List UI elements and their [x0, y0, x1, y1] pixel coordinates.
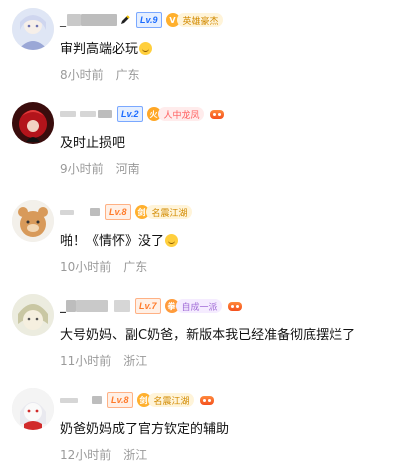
- honor-title: 名震江湖: [145, 205, 192, 219]
- blurred-name: [60, 209, 74, 215]
- avatar[interactable]: [12, 8, 54, 50]
- comment-footer: 11小时前 浙江: [60, 352, 147, 369]
- location: 广东: [123, 260, 148, 274]
- comment-footer: 9小时前 河南: [60, 160, 140, 177]
- comment-text: 大号奶妈、副C奶爸，新版本我已经准备彻底摆烂了: [60, 328, 356, 343]
- username[interactable]: [60, 208, 100, 216]
- smile-emoji-icon: [165, 234, 179, 247]
- timestamp: 9小时前: [60, 162, 104, 176]
- comment-text: 及时止损吧: [60, 136, 126, 151]
- blurred-name: [98, 110, 112, 118]
- blurred-name: [114, 300, 130, 312]
- honor-title: 自成一派: [175, 299, 222, 313]
- level-badge: Lv.8: [105, 204, 131, 220]
- blurred-name: [60, 111, 76, 117]
- blurred-name: [66, 300, 76, 312]
- username[interactable]: [60, 396, 102, 404]
- timestamp: 11小时前: [60, 354, 112, 368]
- pen-icon: [121, 15, 130, 24]
- avatar[interactable]: [12, 200, 54, 242]
- timestamp: 8小时前: [60, 68, 104, 82]
- comment-text: 啪！《情怀》没了: [60, 230, 179, 249]
- gamepad-icon: [199, 395, 214, 405]
- comment-footer: 8小时前 广东: [60, 66, 140, 83]
- gamepad-icon: [209, 109, 224, 119]
- comment-text: 奶爸奶妈成了官方钦定的辅助: [60, 422, 230, 437]
- comment-footer: 10小时前 广东: [60, 258, 147, 275]
- comment-meta: Lv.2 火 人中龙凤: [60, 106, 224, 122]
- blurred-name: [60, 397, 78, 403]
- timestamp: 10小时前: [60, 260, 112, 274]
- level-badge: Lv.7: [135, 298, 161, 314]
- location: 浙江: [123, 354, 148, 368]
- smile-emoji-icon: [139, 42, 153, 55]
- blurred-name: [67, 14, 81, 26]
- blurred-name: [81, 14, 117, 26]
- avatar[interactable]: [12, 388, 54, 430]
- level-badge: Lv.9: [136, 12, 162, 28]
- avatar[interactable]: [12, 102, 54, 144]
- comment-meta: _ Lv.7 拳 自成一派: [60, 298, 242, 314]
- timestamp: 12小时前: [60, 448, 112, 462]
- comment-text: 审判高端必玩: [60, 38, 153, 57]
- comment-footer: 12小时前 浙江: [60, 446, 147, 463]
- level-badge: Lv.8: [107, 392, 133, 408]
- level-badge: Lv.2: [117, 106, 143, 122]
- comment-meta: Lv.8 剑 名震江湖: [60, 204, 192, 220]
- location: 河南: [115, 162, 140, 176]
- gamepad-icon: [227, 301, 242, 311]
- comment-meta: Lv.8 剑 名震江湖: [60, 392, 214, 408]
- comment-meta: _ Lv.9 V 英雄豪杰: [60, 12, 223, 28]
- location: 浙江: [123, 448, 148, 462]
- username[interactable]: _: [60, 13, 117, 27]
- honor-title: 人中龙凤: [157, 107, 204, 121]
- blurred-name: [92, 396, 102, 404]
- blurred-name: [80, 111, 96, 117]
- blurred-name: [76, 300, 108, 312]
- blurred-name: [90, 208, 100, 216]
- username[interactable]: [60, 110, 112, 118]
- username[interactable]: _: [60, 299, 130, 313]
- honor-title: 名震江湖: [147, 393, 194, 407]
- location: 广东: [115, 68, 140, 82]
- honor-title: 英雄豪杰: [176, 13, 223, 27]
- avatar[interactable]: [12, 294, 54, 336]
